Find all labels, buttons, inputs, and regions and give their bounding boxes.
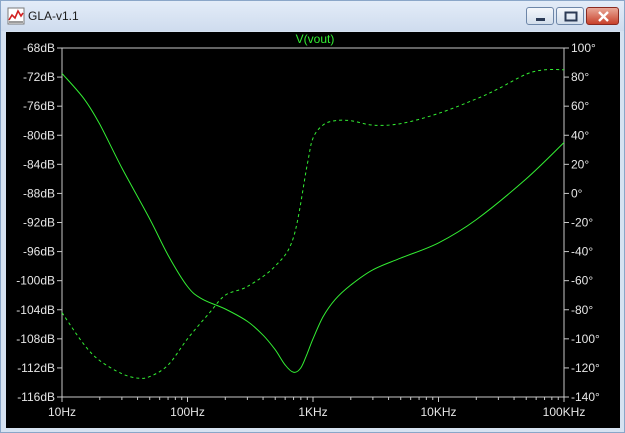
traces <box>61 68 565 379</box>
y-left-tick-label: -76dB <box>23 99 55 113</box>
minimize-icon <box>536 18 545 21</box>
y-right-tick-label: -100° <box>571 332 600 346</box>
y-right-tick-label: 80° <box>571 70 589 84</box>
plot-axes <box>61 47 565 398</box>
y-right-tick-label: -80° <box>571 303 593 317</box>
left-axis-ticks: -68dB -72dB -76dB -80dB -84dB -88dB -92dB -96dB… <box>16 41 62 404</box>
y-right-tick-label: 100° <box>571 41 596 55</box>
y-left-tick-label: -88dB <box>23 186 55 200</box>
close-button[interactable] <box>586 7 619 25</box>
y-right-tick-label: 60° <box>571 99 589 113</box>
right-axis-ticks: 100° 80° 60° 40° 20° 0° -20° -40° -60° -80° -100° -… <box>564 41 600 404</box>
waveform-chart-icon <box>7 7 25 25</box>
y-left-tick-label: -68dB <box>23 41 55 55</box>
y-right-tick-label: -20° <box>571 216 593 230</box>
magnitude-trace-line <box>61 73 565 373</box>
x-axis-ticks: 10Hz 100Hz 1KHz 10KHz 100KHz <box>48 397 585 419</box>
minimize-button[interactable] <box>526 7 554 25</box>
title-bar[interactable]: GLA-v1.1 <box>1 1 624 31</box>
x-tick-label: 100Hz <box>170 405 205 419</box>
phase-trace-line <box>61 68 565 379</box>
window-title: GLA-v1.1 <box>28 9 79 23</box>
maximize-button[interactable] <box>556 7 584 25</box>
y-right-tick-label: -140° <box>571 390 600 404</box>
close-icon <box>598 11 609 22</box>
x-tick-label: 10Hz <box>48 405 76 419</box>
y-left-tick-label: -92dB <box>23 216 55 230</box>
y-left-tick-label: -96dB <box>23 245 55 259</box>
y-right-tick-label: 0° <box>571 186 583 200</box>
y-left-tick-label: -108dB <box>16 332 55 346</box>
maximize-icon <box>564 11 578 22</box>
y-left-tick-label: -112dB <box>17 361 55 375</box>
plot-area[interactable]: V(vout) -68dB -72dB -76dB -80dB -84dB -88dB -9… <box>6 32 620 428</box>
x-tick-label: 100KHz <box>543 405 586 419</box>
y-left-tick-label: -84dB <box>23 157 55 171</box>
y-right-tick-label: 20° <box>571 157 589 171</box>
y-left-tick-label: -100dB <box>16 274 55 288</box>
y-right-tick-label: -120° <box>571 361 600 375</box>
app-window: GLA-v1.1 V(vout) -68dB -72dB -76dB -80dB -84… <box>0 0 625 433</box>
y-right-tick-label: -40° <box>571 245 593 259</box>
bode-plot[interactable]: V(vout) -68dB -72dB -76dB -80dB -84dB -88dB -9… <box>6 32 620 428</box>
y-left-tick-label: -72dB <box>23 70 55 84</box>
plot-frame <box>61 47 565 398</box>
y-left-tick-label: -80dB <box>23 128 55 142</box>
trace-label[interactable]: V(vout) <box>296 32 335 46</box>
x-tick-label: 10KHz <box>420 405 456 419</box>
y-left-tick-label: -104dB <box>16 303 55 317</box>
x-tick-label: 1KHz <box>298 405 327 419</box>
y-right-tick-label: 40° <box>571 128 589 142</box>
y-left-tick-label: -116dB <box>17 390 55 404</box>
y-right-tick-label: -60° <box>571 274 593 288</box>
